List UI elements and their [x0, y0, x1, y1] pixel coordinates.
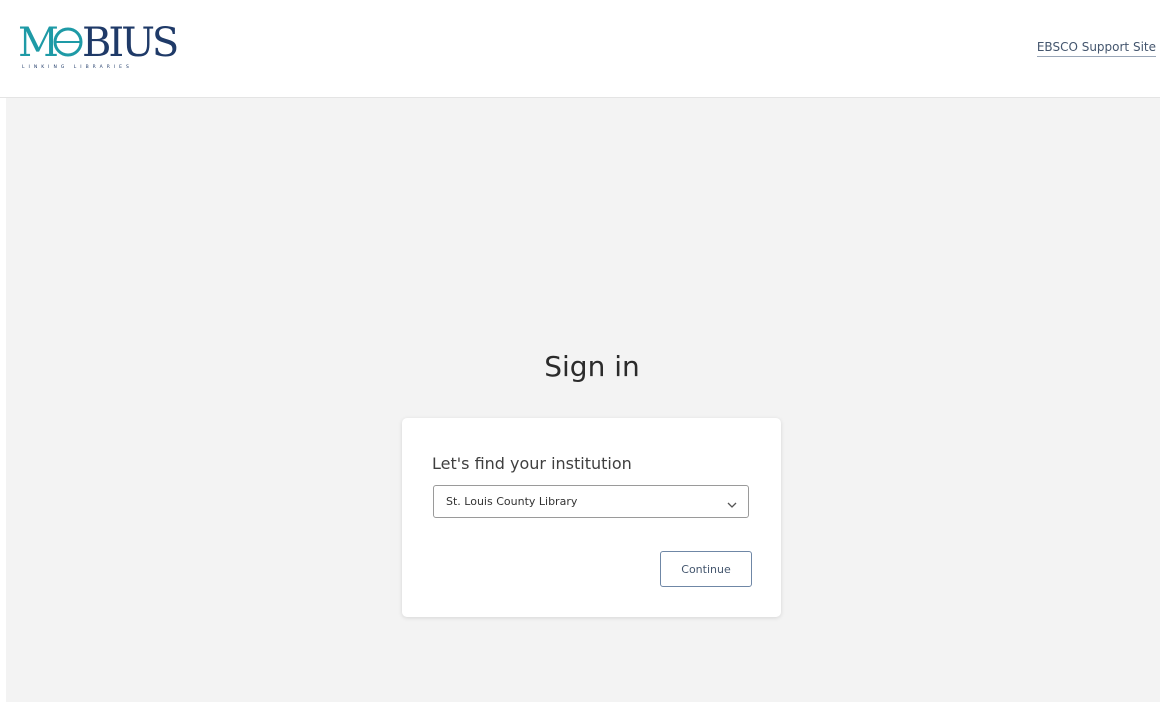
- mobius-logo[interactable]: M BIUS LINKING LIBRARIES: [18, 18, 180, 73]
- svg-text:M: M: [18, 20, 57, 66]
- institution-label: Let's find your institution: [432, 454, 632, 473]
- continue-button[interactable]: Continue: [660, 551, 752, 587]
- institution-select[interactable]: St. Louis County Library: [433, 485, 749, 518]
- svg-text:LINKING LIBRARIES: LINKING LIBRARIES: [22, 64, 133, 70]
- page-title: Sign in: [544, 350, 640, 383]
- sign-in-card: Let's find your institution St. Louis Co…: [402, 418, 781, 617]
- institution-select-value: St. Louis County Library: [446, 495, 578, 508]
- chevron-down-icon: [726, 496, 738, 508]
- main-content: Sign in Let's find your institution St. …: [6, 98, 1160, 702]
- header: M BIUS LINKING LIBRARIES EBSCO Support S…: [0, 0, 1160, 98]
- svg-text:BIUS: BIUS: [82, 20, 177, 66]
- ebsco-support-link[interactable]: EBSCO Support Site: [1036, 40, 1156, 57]
